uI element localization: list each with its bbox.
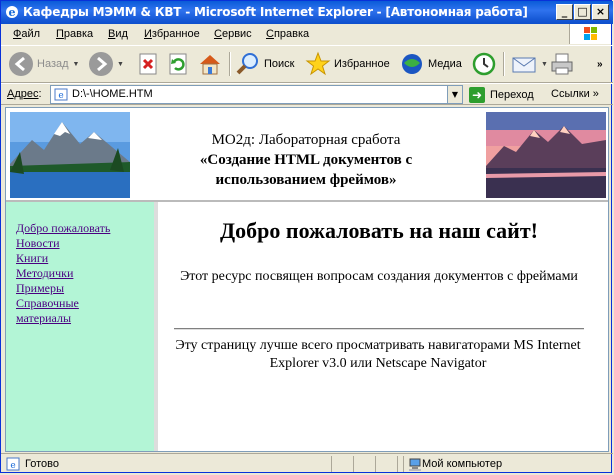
svg-text:e: e — [9, 6, 16, 19]
nav-link-examples[interactable]: Примеры — [16, 281, 110, 296]
refresh-button[interactable] — [167, 46, 189, 82]
mountain-lake-image — [10, 112, 130, 198]
toolbar-chevron-icon[interactable]: » — [597, 46, 603, 82]
mail-button[interactable]: ▼ — [511, 46, 548, 82]
page-icon: e — [54, 88, 68, 101]
close-button[interactable]: × — [592, 4, 609, 20]
intro-text: Этот ресурс посвящен вопросам создания д… — [180, 269, 578, 284]
standard-toolbar: Назад ▼ ▼ Поиск Избранное Медиа ▼ » — [1, 45, 613, 83]
windows-flag-icon — [584, 27, 597, 40]
refresh-icon — [169, 53, 187, 75]
address-dropdown-icon[interactable]: ▼ — [447, 86, 462, 103]
title-bar[interactable]: e Кафедры МЭММ & КВТ - Microsoft Interne… — [1, 1, 613, 24]
print-button[interactable] — [549, 46, 575, 82]
status-text: Готово — [25, 458, 59, 470]
back-dropdown-icon[interactable]: ▼ — [73, 61, 80, 68]
menu-view[interactable]: Вид — [108, 28, 128, 40]
nav-link-news[interactable]: Новости — [16, 236, 110, 251]
windows-logo — [569, 24, 611, 44]
nav-link-reference-cont[interactable]: материалы — [16, 311, 110, 326]
maximize-button[interactable]: □ — [574, 4, 591, 20]
mail-icon — [512, 57, 536, 73]
back-arrow-icon — [9, 52, 33, 76]
page-title: Добро пожаловать на наш сайт! — [220, 218, 538, 243]
status-cell — [353, 456, 375, 472]
nav-link-welcome[interactable]: Добро пожаловать — [16, 221, 110, 236]
browser-note: Эту страницу лучше всего просматривать н… — [175, 338, 581, 371]
svg-text:e: e — [58, 91, 63, 101]
menu-help[interactable]: Справка — [266, 28, 309, 40]
browser-window: e Кафедры МЭММ & КВТ - Microsoft Interne… — [0, 0, 613, 473]
page-status-icon: e — [6, 457, 20, 471]
my-computer-icon — [409, 458, 421, 471]
toolbar-separator — [229, 52, 231, 76]
forward-dropdown-icon[interactable]: ▼ — [117, 61, 124, 68]
favorites-button[interactable]: Избранное — [305, 46, 390, 82]
page-header: МО2д: Лабораторная сработа «Создание HTM… — [199, 132, 413, 188]
top-frame: МО2д: Лабораторная сработа «Создание HTM… — [6, 108, 608, 202]
forward-button[interactable]: ▼ — [89, 46, 124, 82]
go-button[interactable]: ➜ Переход — [469, 86, 534, 104]
media-button[interactable]: Медиа — [399, 46, 462, 82]
status-bar: e Готово Мой компьютер — [1, 453, 613, 473]
page-content: МО2д: Лабораторная сработа «Создание HTM… — [5, 107, 609, 452]
window-title: Кафедры МЭММ & КВТ - Microsoft Internet … — [23, 5, 528, 19]
links-button[interactable]: Ссылки » — [551, 88, 599, 100]
search-icon — [236, 53, 258, 75]
zone-text: Мой компьютер — [422, 458, 503, 470]
menu-file[interactable]: Файл — [13, 28, 40, 40]
star-icon — [305, 51, 331, 76]
menu-bar: Файл Правка Вид Избранное Сервис Справка — [1, 24, 569, 44]
address-input[interactable]: e D:\-\HOME.HTM ▼ — [50, 85, 463, 104]
menu-edit[interactable]: Правка — [56, 28, 93, 40]
home-button[interactable] — [197, 46, 223, 82]
search-button[interactable]: Поиск — [235, 46, 294, 82]
home-icon — [200, 55, 220, 75]
divider — [174, 328, 584, 330]
navigation-frame: Добро пожаловать Новости Книги Методички… — [6, 202, 158, 451]
main-frame: Добро пожаловать на наш сайт! Этот ресур… — [162, 202, 608, 451]
media-icon — [402, 54, 422, 74]
sunset-mountain-image — [486, 112, 606, 198]
menu-tools[interactable]: Сервис — [214, 28, 252, 40]
address-bar: Адрес: e D:\-\HOME.HTM ▼ ➜ Переход Ссылк… — [1, 83, 613, 105]
history-icon — [472, 52, 496, 76]
nav-link-manuals[interactable]: Методички — [16, 266, 110, 281]
svg-text:e: e — [10, 461, 15, 471]
status-cell — [375, 456, 397, 472]
history-button[interactable] — [471, 46, 497, 82]
address-value: D:\-\HOME.HTM — [72, 88, 153, 100]
status-cell — [331, 456, 353, 472]
nav-link-books[interactable]: Книги — [16, 251, 110, 266]
printer-icon — [551, 53, 573, 75]
minimize-button[interactable]: _ — [556, 4, 573, 20]
go-arrow-icon: ➜ — [469, 87, 485, 103]
toolbar-separator — [503, 52, 505, 76]
stop-icon — [139, 53, 157, 75]
ie-logo-icon: e — [6, 6, 18, 19]
nav-links: Добро пожаловать Новости Книги Методички… — [16, 221, 110, 326]
stop-button[interactable] — [137, 46, 159, 82]
menu-favorites[interactable]: Избранное — [144, 28, 200, 40]
mail-dropdown-icon[interactable]: ▼ — [541, 61, 548, 68]
back-button[interactable]: Назад ▼ — [9, 46, 79, 82]
forward-arrow-icon — [89, 52, 113, 76]
address-label: Адрес: — [7, 88, 42, 100]
nav-link-reference[interactable]: Справочные — [16, 296, 110, 311]
